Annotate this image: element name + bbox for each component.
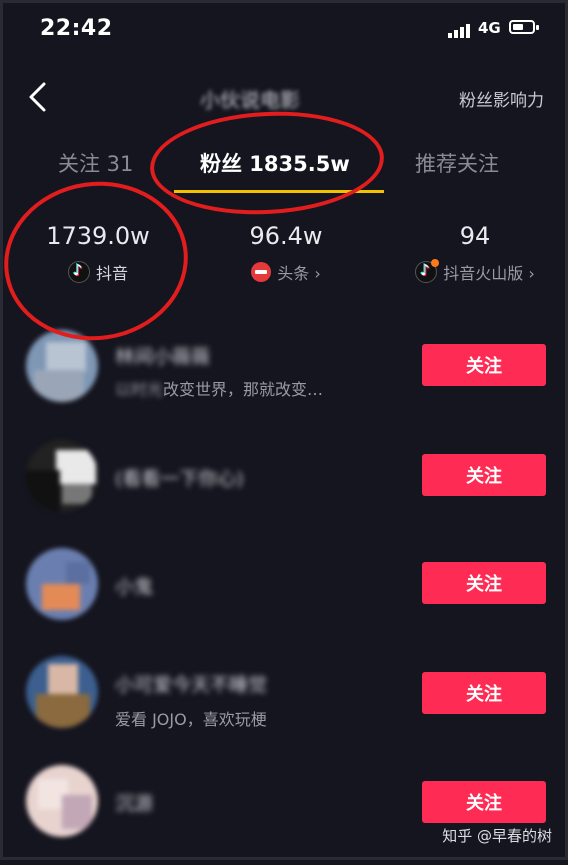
battery-icon — [509, 20, 539, 34]
watermark: 知乎 @早春的树 — [442, 827, 552, 845]
bio-text: 改变世界，那就改变… — [163, 380, 324, 399]
follow-button[interactable]: 关注 — [422, 562, 546, 604]
fan-influence-link[interactable]: 粉丝影响力 — [459, 86, 544, 111]
user-name[interactable]: 小鬼 — [115, 572, 153, 599]
follow-button[interactable]: 关注 — [422, 781, 546, 823]
stat-platform: 抖音火山版 › — [395, 259, 555, 284]
network-type: 4G — [478, 19, 501, 37]
stat-huoshan[interactable]: 94 抖音火山版 › — [395, 222, 555, 284]
user-bio: 以时光改变世界，那就改变… — [115, 376, 323, 400]
page-title: 小伙说电影 — [200, 88, 300, 110]
stat-value: 1739.0w — [46, 222, 150, 250]
avatar[interactable] — [26, 548, 98, 620]
signal-icon — [448, 24, 472, 38]
toutiao-icon — [251, 262, 272, 282]
user-bio: 爱看 JOJO，喜欢玩梗 — [115, 710, 267, 729]
list-item[interactable]: 林间小薇薇 以时光改变世界，那就改变… 关注 — [0, 330, 568, 430]
back-button[interactable] — [24, 80, 54, 114]
tab-following[interactable]: 关注 31 — [58, 148, 133, 178]
user-name[interactable]: 小可爱今天不睡觉 — [115, 670, 267, 697]
stat-platform: 头条 › — [206, 260, 366, 284]
platform-label: 抖音 — [95, 264, 128, 283]
stat-value: 94 — [459, 222, 491, 250]
active-tab-indicator — [174, 190, 384, 193]
follow-button[interactable]: 关注 — [422, 672, 546, 714]
list-item[interactable]: (看看一下你心) 关注 — [0, 440, 568, 540]
avatar[interactable] — [26, 656, 98, 728]
bio-blurred: 以时光 — [115, 380, 164, 399]
stat-toutiao[interactable]: 96.4w 头条 › — [206, 222, 366, 284]
stat-platform: 抖音 — [18, 260, 178, 284]
chevron-left-icon — [29, 82, 46, 112]
tab-recommended[interactable]: 推荐关注 — [415, 148, 499, 178]
stat-douyin: 1739.0w 抖音 — [18, 222, 178, 284]
tab-fans[interactable]: 粉丝 1835.5w — [200, 148, 350, 178]
platform-label: 抖音火山版 › — [443, 264, 535, 283]
huoshan-icon — [415, 259, 440, 283]
douyin-icon — [67, 261, 90, 283]
user-name[interactable]: 林间小薇薇 — [115, 342, 210, 369]
follow-button[interactable]: 关注 — [422, 344, 546, 386]
status-time: 22:42 — [40, 16, 113, 41]
avatar[interactable] — [26, 330, 98, 402]
user-name[interactable]: (看看一下你心) — [115, 464, 244, 491]
platform-label: 头条 › — [277, 264, 321, 283]
list-item[interactable]: 小鬼 关注 — [0, 548, 568, 648]
avatar[interactable] — [26, 440, 98, 512]
list-item[interactable]: 小可爱今天不睡觉 爱看 JOJO，喜欢玩梗 关注 — [0, 656, 568, 756]
stat-value: 96.4w — [249, 222, 323, 250]
avatar[interactable] — [26, 765, 98, 837]
status-bar: 22:42 4G — [0, 0, 568, 60]
follow-button[interactable]: 关注 — [422, 454, 546, 496]
user-name[interactable]: 沉源 — [115, 789, 153, 816]
list-item[interactable]: 沉源 关注 — [0, 765, 568, 865]
